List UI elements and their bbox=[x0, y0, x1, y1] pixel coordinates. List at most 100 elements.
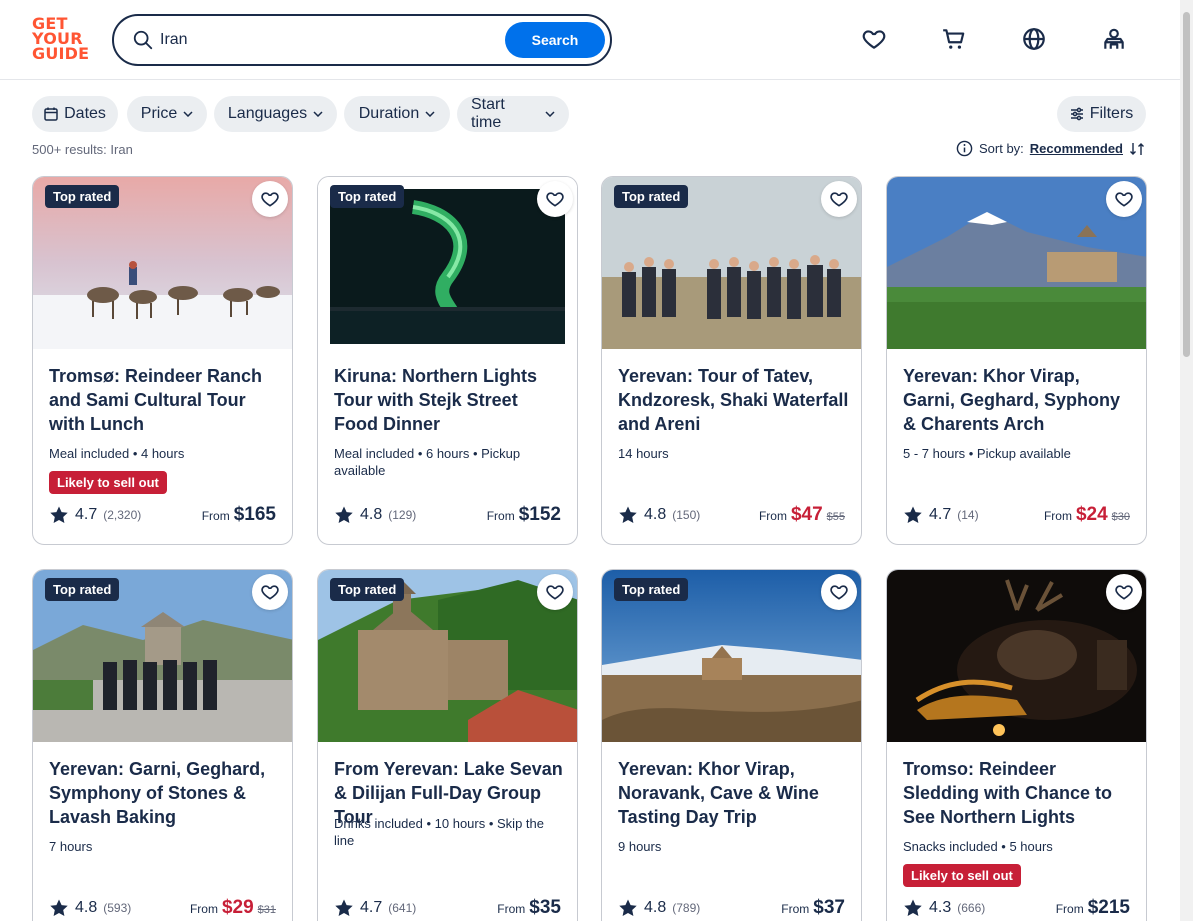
all-filters-label: Filters bbox=[1089, 105, 1134, 122]
star-icon bbox=[335, 899, 353, 916]
activity-title[interactable]: Yerevan: Khor Virap, Noravank, Cave & Wi… bbox=[618, 757, 850, 829]
heart-icon bbox=[261, 585, 279, 600]
original-price: $30 bbox=[1111, 511, 1130, 523]
activity-card[interactable]: Tromso: Reindeer Sledding with Chance to… bbox=[886, 569, 1147, 921]
scrollbar-thumb[interactable] bbox=[1183, 12, 1190, 357]
rating-value: 4.3 bbox=[929, 899, 952, 916]
activity-title[interactable]: Yerevan: Tour of Tatev, Kndzoresk, Shaki… bbox=[618, 364, 850, 436]
review-count: (789) bbox=[672, 901, 701, 915]
wishlist-button[interactable] bbox=[1106, 574, 1142, 610]
review-count: (2,320) bbox=[103, 508, 142, 522]
chevron-down-icon bbox=[425, 111, 435, 117]
review-count: (666) bbox=[957, 901, 986, 915]
cart-icon[interactable] bbox=[941, 26, 967, 52]
original-price: $31 bbox=[257, 904, 276, 916]
activity-title[interactable]: Kiruna: Northern Lights Tour with Stejk … bbox=[334, 364, 566, 436]
sliders-icon bbox=[1070, 107, 1083, 121]
chevron-down-icon bbox=[313, 111, 323, 117]
activity-card[interactable]: Top rated Yerevan: Garni, Geghard, Symph… bbox=[32, 569, 293, 921]
search-input[interactable] bbox=[160, 28, 490, 52]
activity-card[interactable]: Top rated Kiruna: Northern Lights Tour w… bbox=[317, 176, 578, 545]
star-icon bbox=[904, 506, 922, 523]
duration-filter[interactable]: Duration bbox=[344, 96, 450, 132]
info-icon[interactable] bbox=[956, 140, 973, 157]
star-icon bbox=[619, 899, 637, 916]
original-price: $55 bbox=[826, 511, 845, 523]
globe-icon[interactable] bbox=[1021, 26, 1047, 52]
heart-icon[interactable] bbox=[861, 26, 887, 52]
wishlist-button[interactable] bbox=[252, 574, 288, 610]
activity-meta: Meal included • 4 hours bbox=[49, 446, 185, 461]
duration-filter-label: Duration bbox=[358, 105, 420, 122]
wishlist-button[interactable] bbox=[821, 574, 857, 610]
price: From $47 $55 bbox=[759, 504, 845, 526]
sort-value[interactable]: Recommended bbox=[1030, 141, 1123, 156]
wishlist-button[interactable] bbox=[821, 181, 857, 217]
price-amount: $37 bbox=[813, 897, 845, 918]
dates-filter[interactable]: Dates bbox=[32, 96, 118, 132]
price-from-label: From bbox=[781, 902, 810, 916]
activity-title[interactable]: Tromso: Reindeer Sledding with Chance to… bbox=[903, 757, 1135, 829]
start-time-filter-label: Start time bbox=[471, 96, 505, 131]
rating-value: 4.8 bbox=[75, 899, 98, 916]
chevron-down-icon bbox=[183, 111, 193, 117]
wishlist-button[interactable] bbox=[1106, 181, 1142, 217]
languages-filter-label: Languages bbox=[227, 105, 308, 122]
review-count: (150) bbox=[672, 508, 701, 522]
price-filter-label: Price bbox=[140, 105, 178, 122]
profile-icon[interactable] bbox=[1101, 26, 1127, 52]
rating: 4.8 (129) bbox=[334, 505, 416, 525]
languages-filter[interactable]: Languages bbox=[214, 96, 337, 132]
logo-line-3: GUIDE bbox=[32, 44, 90, 63]
price-from-label: From bbox=[189, 902, 218, 916]
rating: 4.7 (14) bbox=[903, 505, 979, 525]
star-icon bbox=[50, 506, 68, 523]
heart-icon bbox=[1115, 192, 1133, 207]
price-from-label: From bbox=[1055, 902, 1084, 916]
rating-value: 4.8 bbox=[360, 506, 383, 523]
sell-out-badge: Likely to sell out bbox=[903, 864, 1021, 887]
price: From $29 $31 bbox=[190, 897, 276, 919]
activity-card[interactable]: Top rated Tromsø: Reindeer Ranch and Sam… bbox=[32, 176, 293, 545]
wishlist-button[interactable] bbox=[537, 181, 573, 217]
activity-card[interactable]: Top rated From Yerevan: Lake Sevan & Dil… bbox=[317, 569, 578, 921]
start-time-filter[interactable]: Start time bbox=[457, 96, 569, 132]
wishlist-button[interactable] bbox=[252, 181, 288, 217]
rating: 4.8 (789) bbox=[618, 898, 700, 918]
getyourguide-logo[interactable]: GET YOUR GUIDE bbox=[32, 16, 92, 64]
activity-title[interactable]: Yerevan: Garni, Geghard, Symphony of Sto… bbox=[49, 757, 281, 829]
sell-out-badge: Likely to sell out bbox=[49, 471, 167, 494]
price-amount: $165 bbox=[233, 504, 276, 525]
wishlist-button[interactable] bbox=[537, 574, 573, 610]
price: From $24 $30 bbox=[1044, 504, 1130, 526]
activity-card[interactable]: Top rated Yerevan: Tour of Tatev, Kndzor… bbox=[601, 176, 862, 545]
activity-card[interactable]: Top rated Yerevan: Khor Virap, Noravank,… bbox=[601, 569, 862, 921]
dates-filter-label: Dates bbox=[64, 105, 106, 122]
star-icon bbox=[50, 899, 68, 916]
top-rated-badge: Top rated bbox=[614, 578, 689, 601]
top-header: GET YOUR GUIDE Search bbox=[0, 0, 1180, 80]
review-count: (593) bbox=[103, 901, 132, 915]
activity-card[interactable]: Yerevan: Khor Virap, Garni, Geghard, Syp… bbox=[886, 176, 1147, 545]
rating-value: 4.7 bbox=[75, 506, 98, 523]
search-button[interactable]: Search bbox=[505, 22, 605, 58]
sort-control[interactable]: Sort by: Recommended bbox=[956, 140, 1145, 157]
top-rated-badge: Top rated bbox=[614, 185, 689, 208]
activity-meta: Drinks included • 10 hours • Skip the li… bbox=[334, 816, 544, 848]
price-amount: $152 bbox=[518, 504, 561, 525]
star-icon bbox=[335, 506, 353, 523]
review-count: (14) bbox=[957, 508, 979, 522]
page-scrollbar[interactable] bbox=[1180, 0, 1193, 921]
price-from-label: From bbox=[758, 509, 787, 523]
top-rated-badge: Top rated bbox=[45, 185, 120, 208]
activity-title[interactable]: Tromsø: Reindeer Ranch and Sami Cultural… bbox=[49, 364, 281, 436]
rating: 4.7 (2,320) bbox=[49, 505, 141, 525]
results-count: 500+ results: Iran bbox=[32, 142, 133, 157]
chevron-down-icon bbox=[545, 111, 555, 117]
price-filter[interactable]: Price bbox=[127, 96, 207, 132]
price: From $215 bbox=[1056, 897, 1130, 919]
rating: 4.8 (593) bbox=[49, 898, 131, 918]
top-rated-badge: Top rated bbox=[330, 578, 405, 601]
activity-title[interactable]: Yerevan: Khor Virap, Garni, Geghard, Syp… bbox=[903, 364, 1135, 436]
all-filters-button[interactable]: Filters bbox=[1057, 96, 1146, 132]
